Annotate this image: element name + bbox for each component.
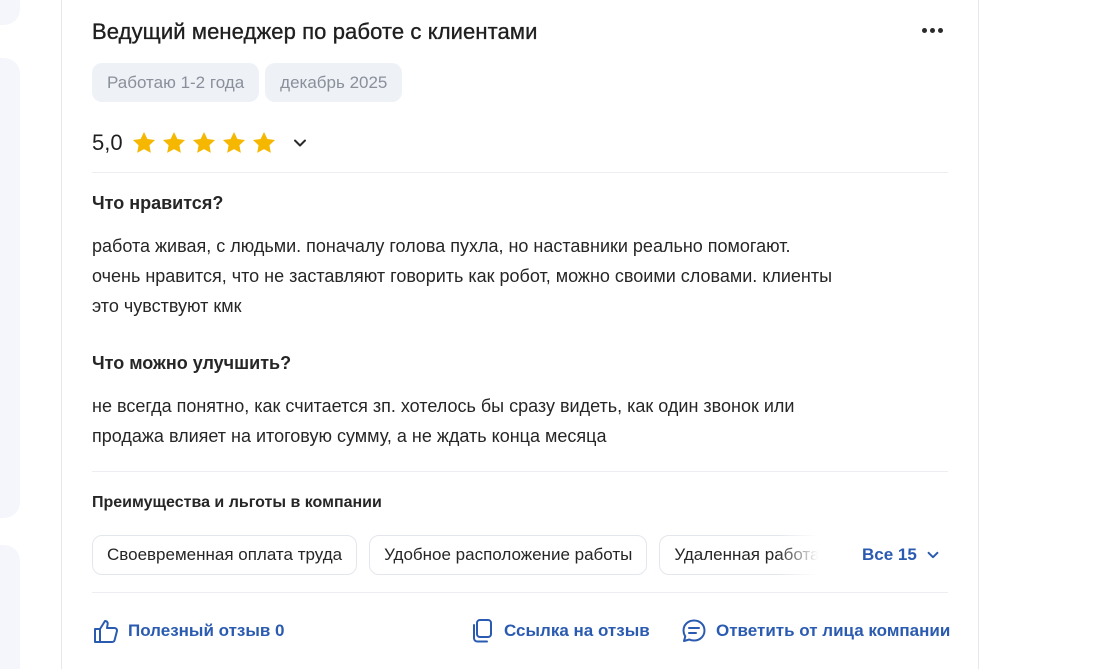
side-panel-edge (0, 58, 20, 518)
likes-text: работа живая, с людьми. поначалу голова … (92, 231, 952, 321)
reply-button[interactable]: Ответить от лица компании (680, 617, 950, 645)
copy-link-icon (473, 619, 492, 643)
likes-line: очень нравится, что не заставляют говори… (92, 266, 833, 286)
review-tags: Работаю 1-2 года декабрь 2025 (92, 63, 403, 102)
likes-line: работа живая, с людьми. поначалу голова … (92, 236, 791, 256)
review-actions: Полезный отзыв 0 Ссылка на отзыв Ответит… (0, 617, 1108, 647)
reply-label: Ответить от лица компании (716, 621, 951, 640)
divider (92, 592, 948, 593)
review-title: Ведущий менеджер по работе с клиентами (92, 19, 538, 44)
copy-link-button[interactable]: Ссылка на отзыв (470, 617, 650, 645)
useful-button[interactable]: Полезный отзыв 0 (92, 617, 285, 645)
benefits-fade (778, 535, 828, 577)
reply-icon (682, 619, 706, 642)
star-icon (132, 131, 155, 153)
improve-text: не всегда понятно, как считается зп. хот… (92, 391, 952, 451)
chevron-down-icon[interactable] (291, 134, 309, 152)
divider (92, 471, 948, 472)
benefits-list: Своевременная оплата труда Удобное распо… (92, 535, 818, 577)
tag-date: декабрь 2025 (265, 63, 403, 102)
chevron-down-icon (927, 551, 939, 559)
useful-label: Полезный отзыв 0 (128, 621, 285, 640)
show-all-label: Все 15 (862, 545, 917, 564)
show-all-benefits-button[interactable]: Все 15 (862, 545, 941, 565)
side-panel-edge (0, 0, 20, 25)
rating: 5,0 (92, 130, 309, 156)
side-panel-edge (0, 545, 20, 669)
tag-experience: Работаю 1-2 года (92, 63, 260, 102)
rating-value: 5,0 (92, 130, 123, 155)
improve-heading: Что можно улучшить? (92, 353, 292, 373)
benefit-chip[interactable]: Удобное расположение работы (369, 535, 648, 575)
likes-heading: Что нравится? (92, 193, 224, 213)
benefit-chip[interactable]: Своевременная оплата труда (92, 535, 358, 575)
divider (92, 172, 948, 173)
rating-stars (131, 130, 277, 156)
likes-line: это чувствуют кмк (92, 296, 242, 316)
star-icon (222, 131, 245, 153)
star-icon (162, 131, 185, 153)
benefits-heading: Преимущества и льготы в компании (92, 494, 382, 511)
improve-line: продажа влияет на итоговую сумму, а не ж… (92, 426, 607, 446)
thumbs-up-icon (94, 620, 118, 643)
star-icon (192, 131, 215, 153)
more-icon[interactable] (917, 20, 947, 40)
improve-line: не всегда понятно, как считается зп. хот… (92, 396, 795, 416)
star-icon (252, 131, 275, 153)
copy-link-label: Ссылка на отзыв (504, 621, 650, 640)
